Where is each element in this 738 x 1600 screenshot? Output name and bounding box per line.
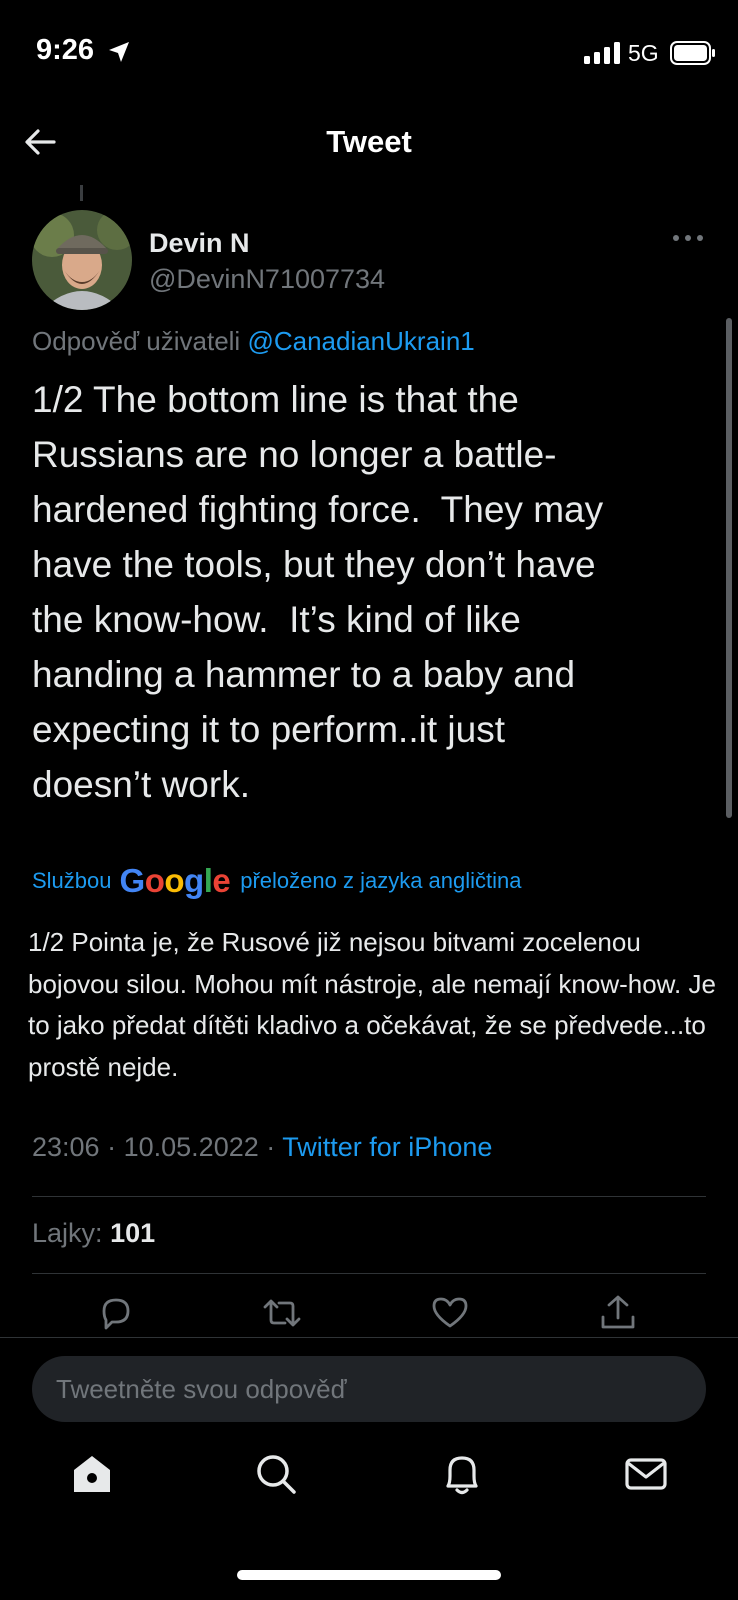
like-icon[interactable]	[430, 1293, 470, 1333]
status-time: 9:26	[36, 34, 95, 66]
status-bar: 9:26 5G	[0, 0, 738, 100]
avatar-image	[32, 210, 132, 310]
reply-prefix: Odpověď uživateli	[32, 326, 241, 356]
translation-prefix: Službou	[32, 868, 112, 893]
scrollbar[interactable]	[726, 318, 732, 818]
avatar[interactable]	[32, 210, 132, 310]
translation-suffix: přeloženo z jazyka angličtina	[240, 868, 522, 893]
reply-input[interactable]	[32, 1356, 706, 1422]
likes-stat[interactable]: Lajky: 101	[32, 1218, 155, 1249]
page-title: Tweet	[326, 124, 412, 159]
translation-attribution[interactable]: Službou Google přeloženo z jazyka anglič…	[32, 862, 522, 900]
header: Tweet	[0, 100, 738, 184]
meta-separator: ·	[107, 1132, 117, 1162]
action-bar	[0, 1293, 738, 1337]
author-handle[interactable]: @DevinN71007734	[149, 264, 385, 295]
tweet-text: 1/2 The bottom line is that the Russians…	[32, 379, 604, 805]
search-icon[interactable]	[252, 1450, 300, 1498]
divider	[32, 1196, 706, 1197]
divider	[32, 1273, 706, 1274]
tweet-meta: 23:06 · 10.05.2022 · Twitter for iPhone	[32, 1132, 492, 1163]
more-options-icon[interactable]	[672, 232, 704, 244]
reply-icon[interactable]	[96, 1293, 136, 1333]
tweet-date: 10.05.2022	[123, 1132, 259, 1162]
network-label: 5G	[628, 40, 659, 66]
home-icon[interactable]	[68, 1450, 116, 1498]
google-logo: Google	[119, 862, 231, 899]
likes-count: 101	[110, 1218, 156, 1248]
tweet-time: 23:06	[32, 1132, 100, 1162]
tweet-source-link[interactable]: Twitter for iPhone	[282, 1132, 492, 1162]
retweet-icon[interactable]	[262, 1293, 302, 1333]
messages-icon[interactable]	[622, 1450, 670, 1498]
thread-connector	[80, 185, 83, 201]
reply-handle-link[interactable]: @CanadianUkrain1	[247, 326, 474, 356]
translated-text: 1/2 Pointa je, že Rusové již nejsou bitv…	[28, 927, 716, 1082]
reply-context: Odpověď uživateli @CanadianUkrain1	[32, 326, 475, 357]
home-indicator[interactable]	[237, 1570, 501, 1580]
likes-label: Lajky:	[32, 1218, 103, 1248]
notifications-icon[interactable]	[438, 1450, 486, 1498]
meta-separator: ·	[266, 1132, 276, 1162]
share-icon[interactable]	[598, 1293, 638, 1333]
location-arrow-icon	[109, 42, 129, 62]
cellular-signal-icon	[584, 42, 620, 64]
author-name[interactable]: Devin N	[149, 228, 250, 259]
tab-bar	[0, 1444, 738, 1524]
battery-icon	[670, 41, 715, 65]
